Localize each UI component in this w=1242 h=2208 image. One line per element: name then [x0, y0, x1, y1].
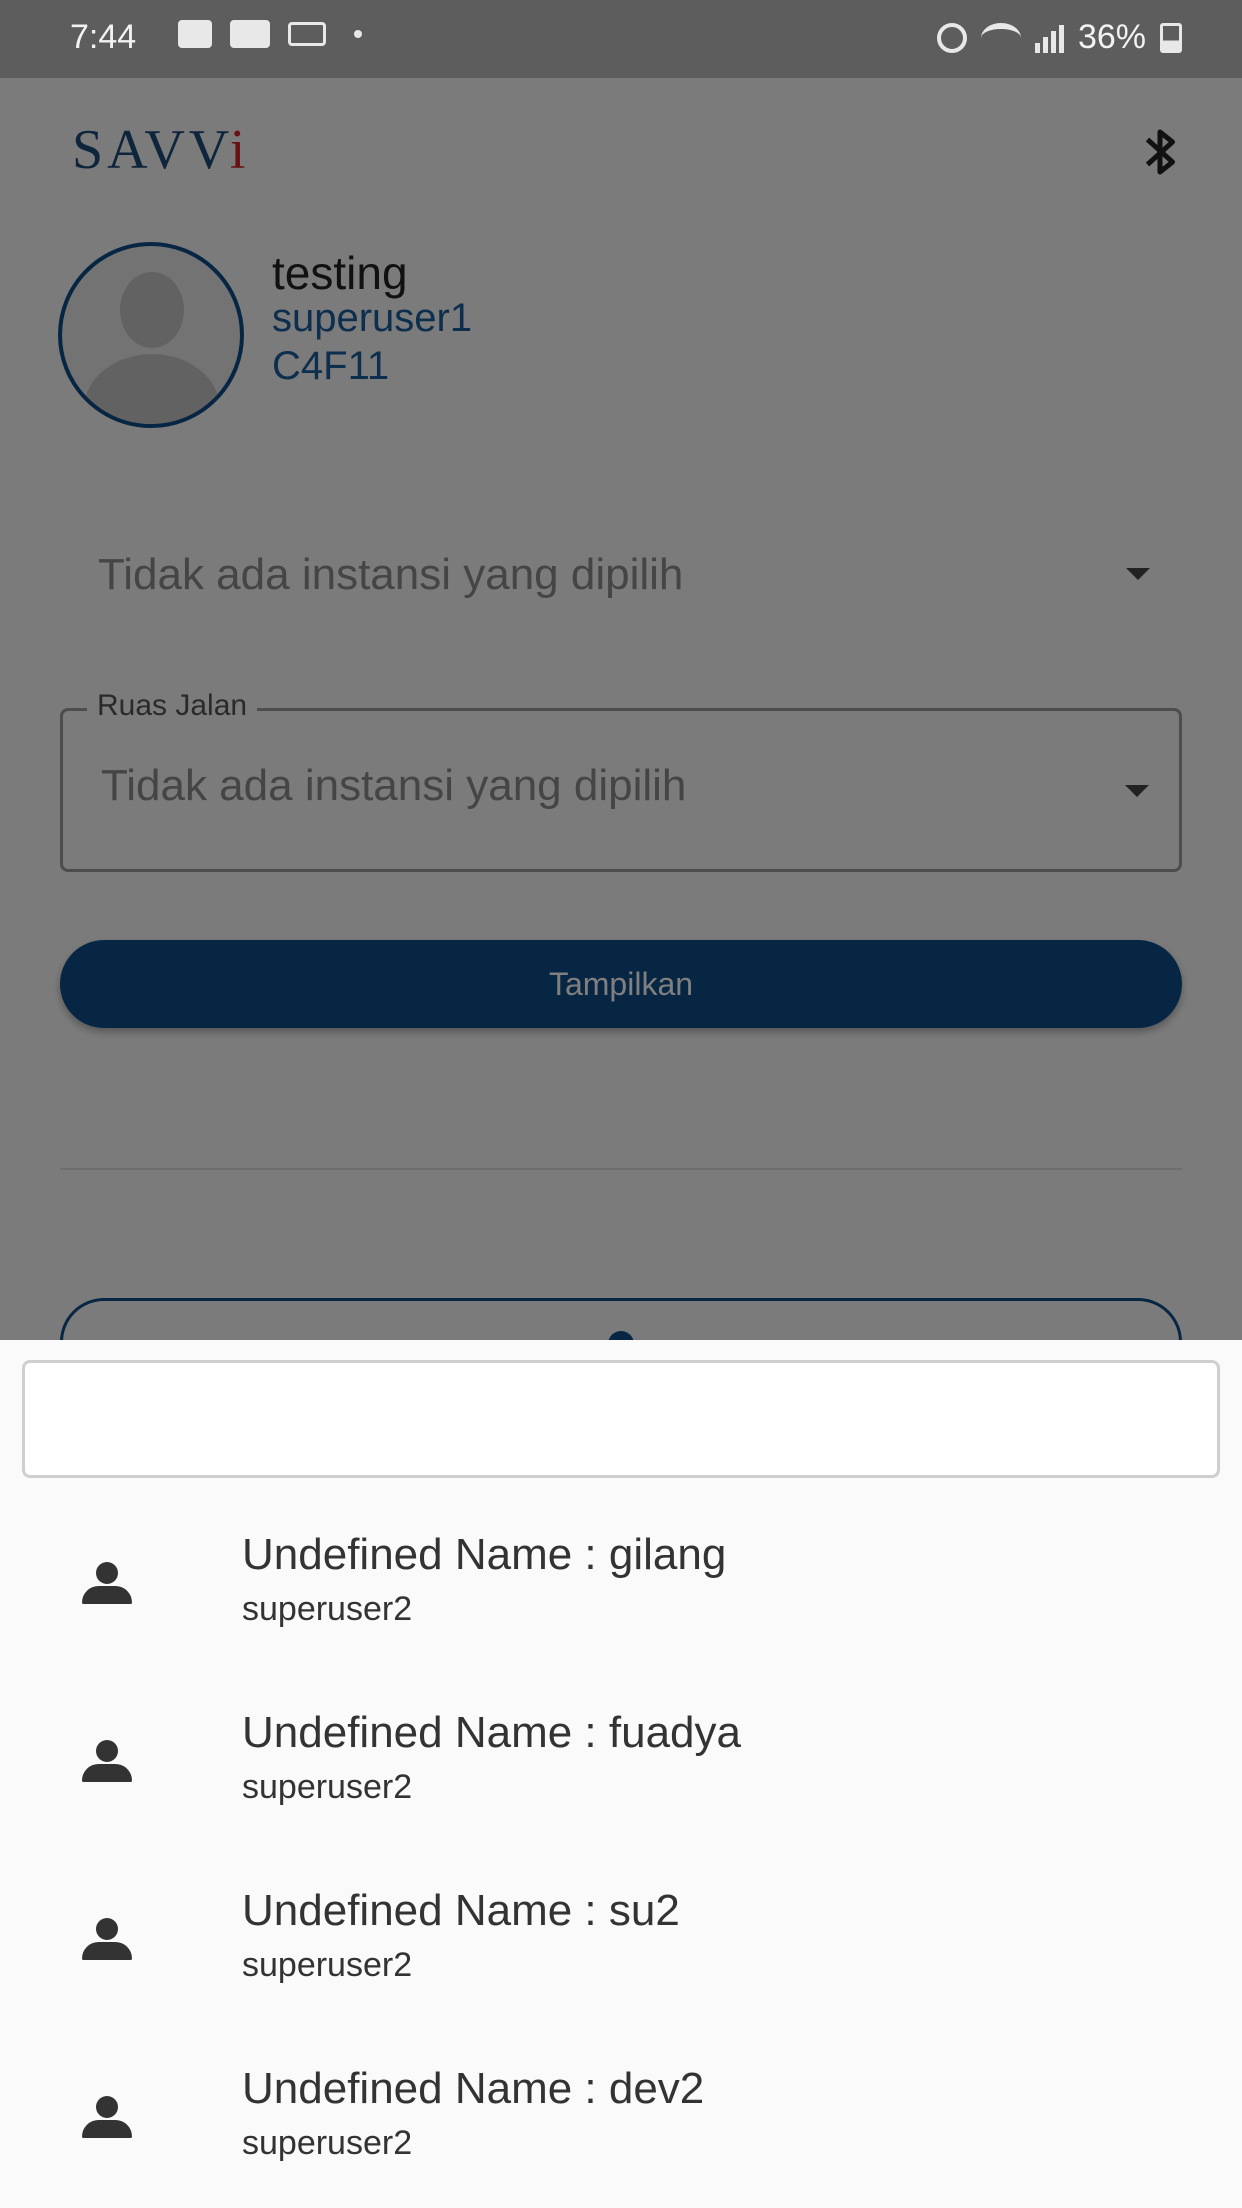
list-item[interactable]: Undefined Name : su2 superuser2 [0, 1886, 1242, 2056]
person-icon [80, 1918, 136, 1962]
list-item[interactable]: Undefined Name : gilang superuser2 [0, 1530, 1242, 1700]
list-item[interactable]: Undefined Name : fuadya superuser2 [0, 1708, 1242, 1878]
status-bar: 7:44 36% [0, 0, 1242, 78]
list-item-title: Undefined Name : dev2 [242, 2064, 705, 2113]
person-icon [80, 2096, 136, 2140]
wifi-icon [980, 22, 1021, 53]
battery-percent: 36% [1077, 18, 1146, 56]
battery-icon [1160, 22, 1182, 53]
youtube-icon [230, 20, 270, 48]
list-item[interactable]: Undefined Name : dev2 superuser2 [0, 2064, 1242, 2208]
list-item-subtitle: superuser2 [242, 1590, 413, 1628]
list-item-subtitle: superuser2 [242, 1946, 413, 1984]
list-item-title: Undefined Name : gilang [242, 1530, 727, 1579]
person-icon [80, 1740, 136, 1784]
mail-icon [288, 22, 326, 46]
system-icons: 36% [936, 18, 1182, 57]
list-item-title: Undefined Name : su2 [242, 1886, 680, 1935]
alarm-icon [936, 22, 967, 53]
gallery-icon [178, 20, 212, 48]
person-icon [80, 1562, 136, 1606]
list-item-subtitle: superuser2 [242, 1768, 413, 1806]
list-item-title: Undefined Name : fuadya [242, 1708, 741, 1757]
list-item-subtitle: superuser2 [242, 2124, 413, 2162]
notification-icons [178, 20, 362, 48]
modal-scrim[interactable] [0, 78, 1242, 1340]
signal-icon [1034, 23, 1064, 53]
search-input[interactable] [22, 1360, 1220, 1478]
user-picker-sheet: Undefined Name : gilang superuser2 Undef… [0, 1340, 1242, 2208]
status-time: 7:44 [70, 18, 137, 56]
more-notifications-icon [354, 30, 362, 38]
